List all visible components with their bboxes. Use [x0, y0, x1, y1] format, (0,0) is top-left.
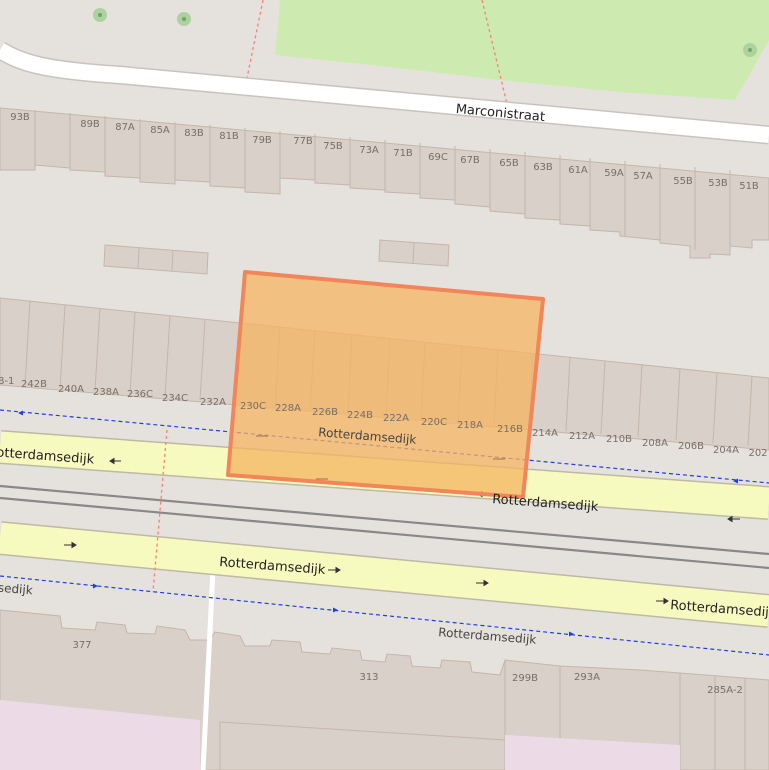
house-number-label: 71B [393, 148, 413, 159]
house-number-label: 313 [359, 672, 378, 683]
house-number-label: 218A [457, 420, 483, 431]
tree-icon [748, 48, 752, 52]
house-number-label: B-1 [0, 376, 14, 387]
house-number-label: 93B [10, 112, 30, 123]
house-number-label: 202 [748, 448, 767, 459]
house-number-label: 89B [80, 119, 100, 130]
house-number-label: 224B [347, 410, 373, 421]
tree-icon [182, 17, 186, 21]
house-number-label: 59A [604, 168, 624, 179]
house-number-label: 51B [739, 181, 759, 192]
house-number-label: 212A [569, 431, 595, 442]
house-number-label: 242B [21, 379, 47, 390]
house-number-label: 206B [678, 441, 704, 452]
house-number-label: 67B [460, 155, 480, 166]
house-number-label: 69C [428, 152, 448, 163]
house-number-label: 85A [150, 125, 170, 136]
house-number-label: 87A [115, 122, 135, 133]
house-number-label: 208A [642, 438, 668, 449]
rotterdamsedijk-path-label-west: sedijk [0, 581, 33, 598]
house-number-label: 216B [497, 424, 523, 435]
house-number-label: 222A [383, 413, 409, 424]
house-number-label: 293A [574, 672, 600, 683]
house-number-label: 236C [127, 389, 153, 400]
house-number-label: 285A-2 [707, 685, 743, 696]
house-number-label: 61A [568, 165, 588, 176]
house-number-label: 53B [708, 178, 728, 189]
house-number-label: 63B [533, 162, 553, 173]
house-number-label: 230C [240, 401, 266, 412]
house-number-label: 240A [58, 384, 84, 395]
house-number-label: 65B [499, 158, 519, 169]
house-number-label: 57A [633, 171, 653, 182]
house-number-label: 299B [512, 673, 538, 684]
house-number-label: 81B [219, 131, 239, 142]
map-canvas[interactable]: Marconistraat otterdamsedijk Rotterdamse… [0, 0, 769, 770]
house-number-label: 220C [421, 417, 447, 428]
house-number-label: 210B [606, 434, 632, 445]
selected-area-highlight[interactable] [226, 270, 545, 499]
house-number-label: 77B [293, 136, 313, 147]
house-number-label: 83B [184, 128, 204, 139]
house-number-label: 226B [312, 407, 338, 418]
house-number-label: 79B [252, 135, 272, 146]
house-number-label: 228A [275, 403, 301, 414]
tree-icon [98, 13, 102, 17]
house-number-label: 238A [93, 387, 119, 398]
house-number-label: 73A [359, 145, 379, 156]
house-number-label: 214A [532, 428, 558, 439]
house-number-label: 204A [713, 445, 739, 456]
house-number-label: 234C [162, 393, 188, 404]
house-number-label: 232A [200, 397, 226, 408]
house-number-label: 75B [323, 141, 343, 152]
house-number-label: 377 [72, 640, 91, 651]
house-number-label: 55B [673, 176, 693, 187]
